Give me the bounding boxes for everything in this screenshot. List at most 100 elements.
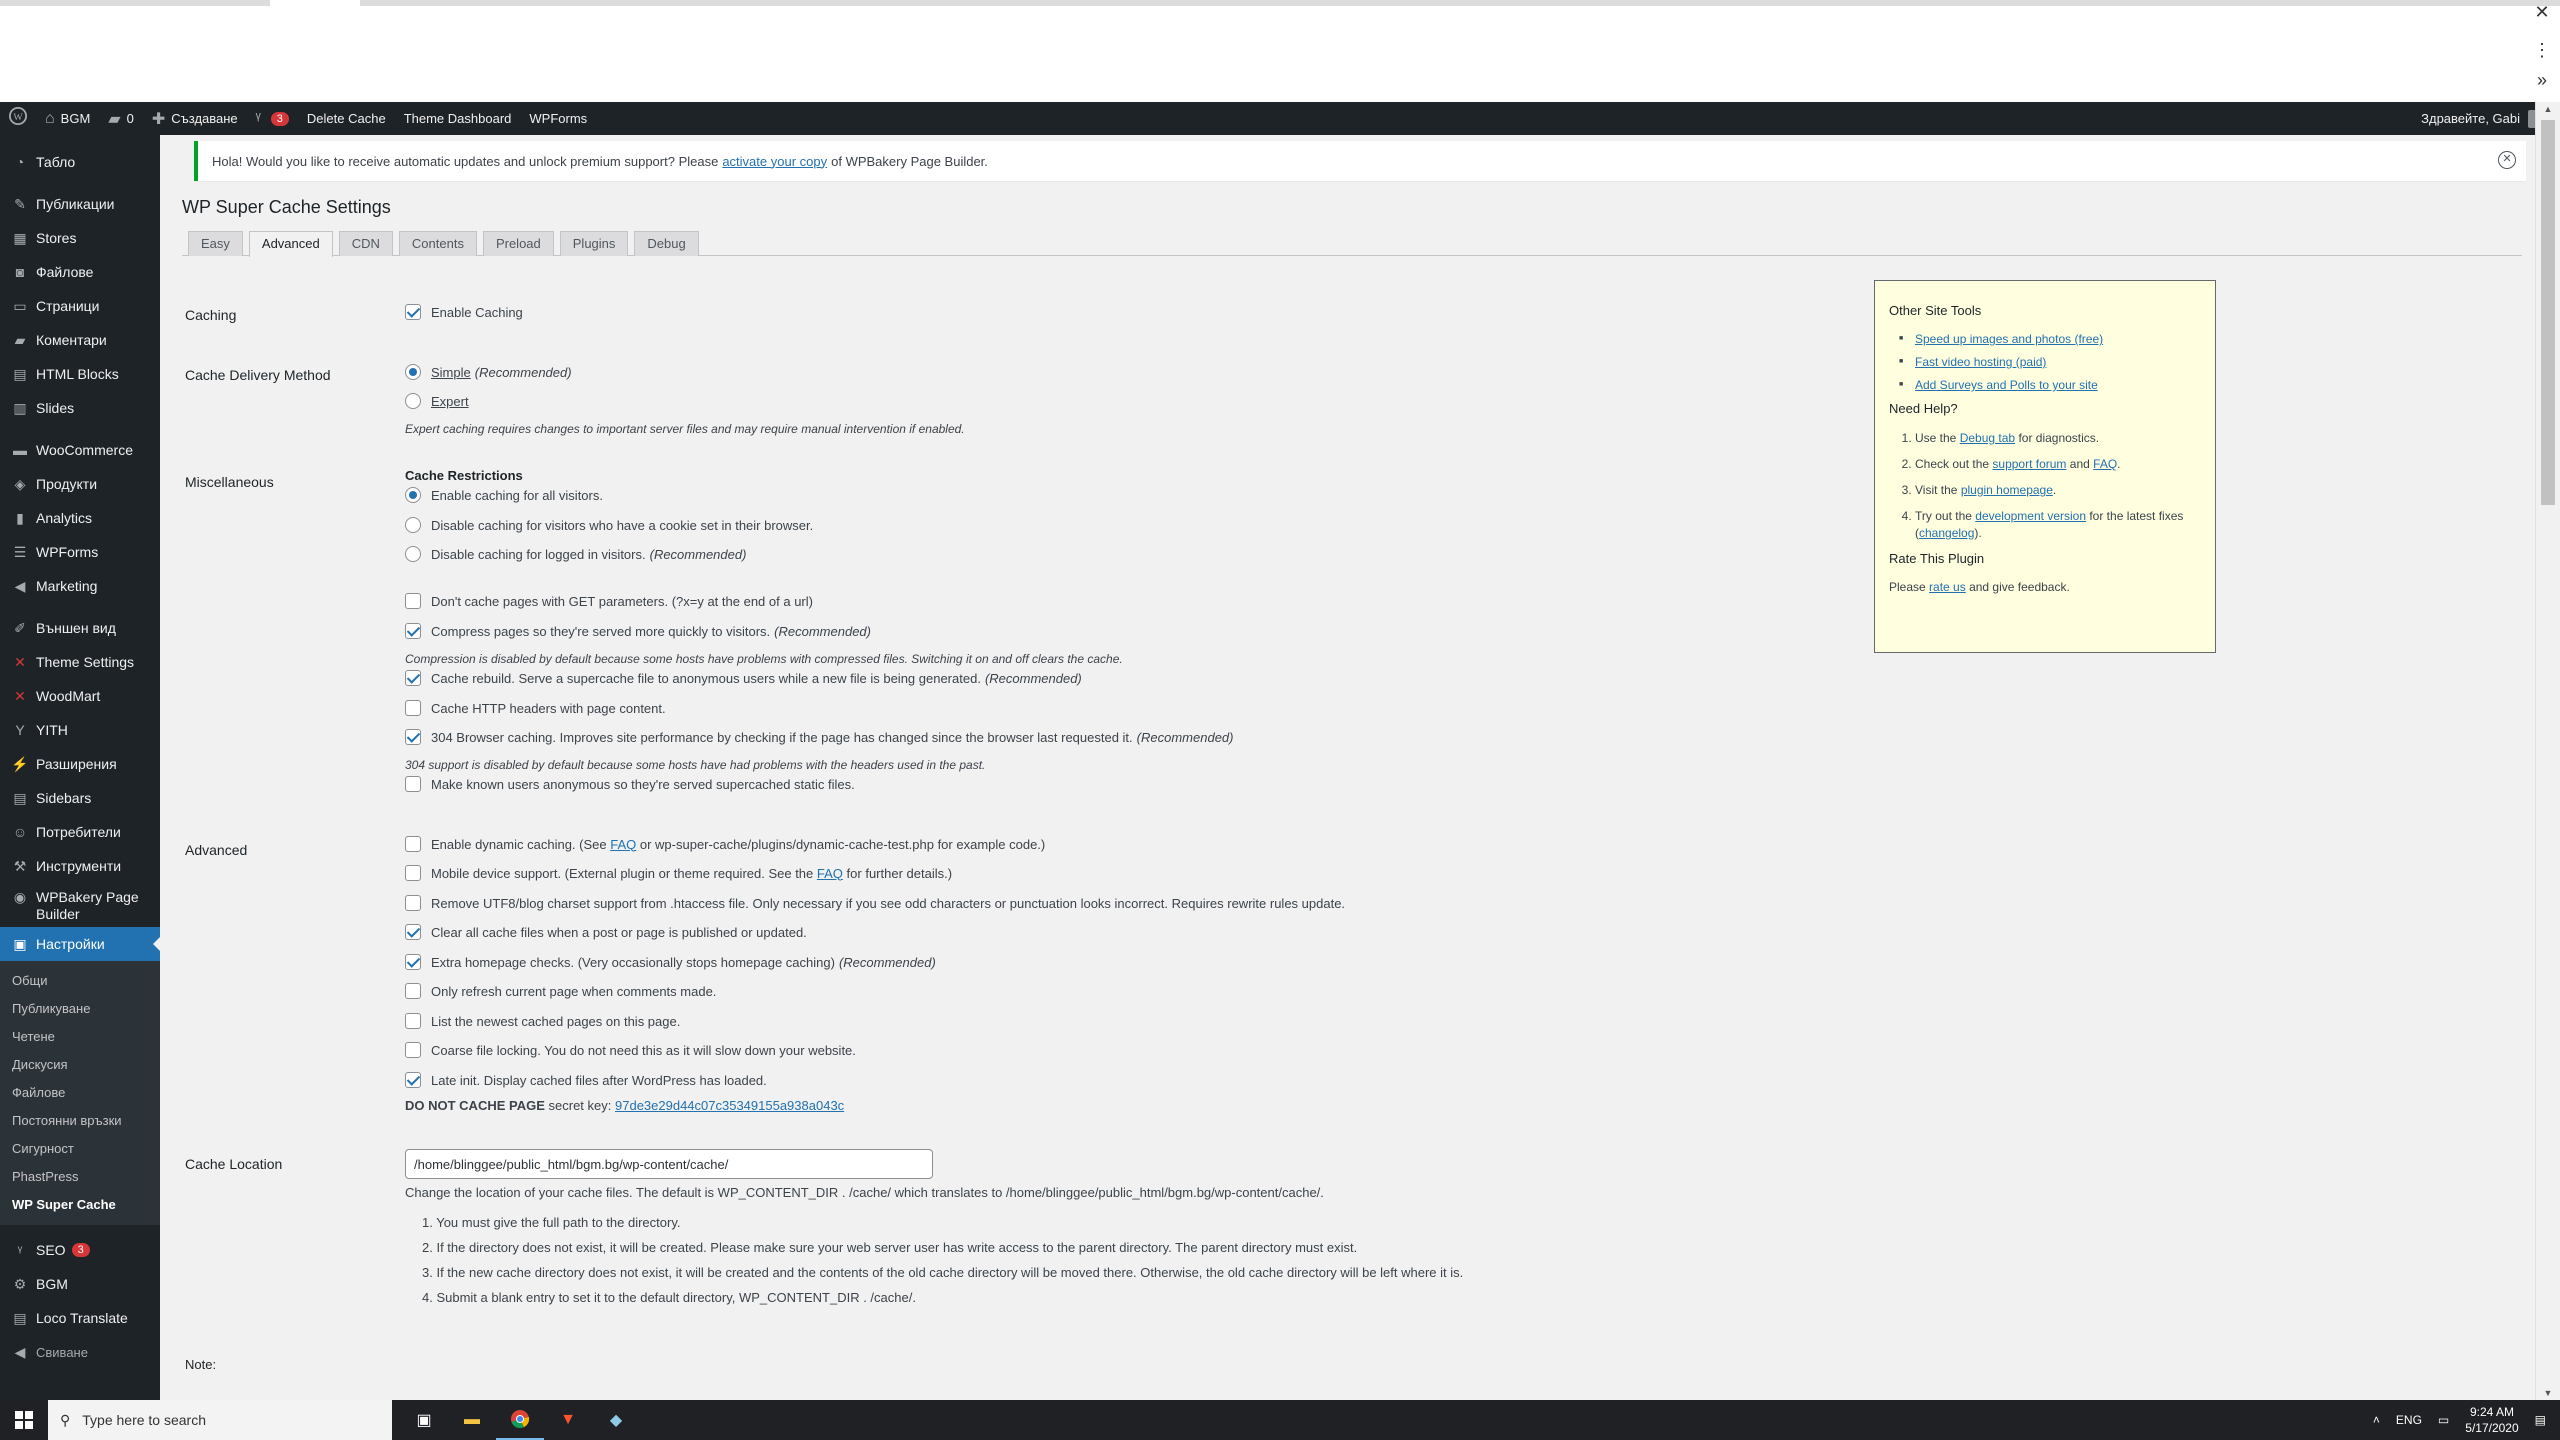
notifications-icon[interactable]: ▤ (2535, 1413, 2546, 1427)
utf8-checkbox[interactable] (405, 895, 421, 911)
extra-homepage-option[interactable]: Extra homepage checks. (Very occasionall… (405, 954, 936, 970)
windows-start-icon[interactable] (0, 1400, 48, 1440)
tab-cdn[interactable]: CDN (338, 231, 393, 256)
submenu-media[interactable]: Файлове (0, 1079, 160, 1107)
language-indicator[interactable]: ENG (2396, 1413, 2422, 1427)
menu-theme-settings[interactable]: ✕ Theme Settings (0, 645, 160, 679)
dismiss-icon[interactable]: ✕ (2498, 151, 2516, 169)
browser-304-option[interactable]: 304 Browser caching. Improves site perfo… (405, 729, 1234, 745)
restrict-logged-radio[interactable] (405, 546, 421, 562)
network-icon[interactable]: ▭ (2438, 1413, 2449, 1427)
restrict-all-option[interactable]: Enable caching for all visitors. (405, 487, 603, 503)
dynamic-caching-checkbox[interactable] (405, 836, 421, 852)
taskbar-search[interactable]: ⚲ Type here to search (48, 1400, 392, 1440)
wpforms-button[interactable]: WPForms (520, 102, 596, 135)
dynamic-caching-option[interactable]: Enable dynamic caching. (See FAQ or wp-s… (405, 836, 1045, 852)
mobile-checkbox[interactable] (405, 865, 421, 881)
tab-preload[interactable]: Preload (482, 231, 554, 256)
close-icon[interactable]: ✕ (2530, 2, 2554, 23)
clock[interactable]: 9:24 AM 5/17/2020 (2465, 1404, 2518, 1436)
clear-cache-option[interactable]: Clear all cache files when a post or pag… (405, 924, 807, 940)
menu-tools[interactable]: ⚒ Инструменти (0, 849, 160, 883)
menu-bgm[interactable]: ⚙ BGM (0, 1267, 160, 1301)
scrollbar-thumb[interactable] (2541, 120, 2555, 505)
menu-settings[interactable]: ▣ Настройки (0, 927, 160, 961)
clear-cache-checkbox[interactable] (405, 924, 421, 940)
submenu-writing[interactable]: Публикуване (0, 995, 160, 1023)
tab-plugins[interactable]: Plugins (559, 231, 629, 256)
app-icon[interactable]: ◆ (592, 1400, 640, 1440)
menu-appearance[interactable]: ✐ Външен вид (0, 611, 160, 645)
restrict-cookie-radio[interactable] (405, 517, 421, 533)
yoast-button[interactable]: ᵞ3 (247, 102, 298, 135)
menu-collapse[interactable]: ◀ Свиване (0, 1335, 160, 1369)
restrict-cookie-option[interactable]: Disable caching for visitors who have a … (405, 517, 813, 533)
menu-seo[interactable]: ᵞ SEO 3 (0, 1233, 160, 1267)
anonymous-checkbox[interactable] (405, 776, 421, 792)
rate-us-link[interactable]: rate us (1929, 580, 1966, 594)
activate-link[interactable]: activate your copy (722, 154, 827, 169)
utf8-option[interactable]: Remove UTF8/blog charset support from .h… (405, 895, 1345, 911)
menu-dashboard[interactable]: ◔ Табло (0, 145, 160, 179)
submenu-wp-super-cache[interactable]: WP Super Cache (0, 1191, 160, 1219)
rebuild-option[interactable]: Cache rebuild. Serve a supercache file t… (405, 670, 1082, 686)
menu-slides[interactable]: ▥ Slides (0, 391, 160, 425)
tray-chevron-icon[interactable]: ˄ (2373, 1413, 2380, 1427)
new-content-button[interactable]: ✚ Създаване (143, 102, 247, 135)
simple-option[interactable]: Simple (Recommended) (405, 364, 572, 380)
tab-contents[interactable]: Contents (398, 231, 477, 256)
plugin-homepage-link[interactable]: plugin homepage (1961, 483, 2053, 497)
scroll-down-icon[interactable]: ▼ (2536, 1388, 2560, 1398)
faq-link[interactable]: FAQ (817, 866, 843, 881)
changelog-link[interactable]: changelog (1919, 526, 1974, 540)
tab-easy[interactable]: Easy (188, 231, 243, 256)
browser-menu-icon[interactable]: ⋮ (2530, 40, 2554, 61)
submenu-security[interactable]: Сигурност (0, 1135, 160, 1163)
wp-logo-button[interactable]: W (0, 102, 36, 135)
compress-option[interactable]: Compress pages so they're served more qu… (405, 623, 871, 639)
menu-posts[interactable]: ✎ Публикации (0, 187, 160, 221)
speed-up-images-link[interactable]: Speed up images and photos (free) (1915, 332, 2103, 346)
submenu-discussion[interactable]: Дискусия (0, 1051, 160, 1079)
tab-debug[interactable]: Debug (634, 231, 699, 256)
menu-marketing[interactable]: ◀ Marketing (0, 569, 160, 603)
delete-cache-button[interactable]: Delete Cache (298, 102, 395, 135)
task-view-icon[interactable]: ▣ (400, 1400, 448, 1440)
menu-pages[interactable]: ▭ Страници (0, 289, 160, 323)
menu-wpbakery[interactable]: ◉ WPBakery Page Builder (0, 883, 160, 927)
restrict-all-radio[interactable] (405, 487, 421, 503)
menu-yith[interactable]: Y YITH (0, 713, 160, 747)
simple-radio[interactable] (405, 364, 421, 380)
anonymous-option[interactable]: Make known users anonymous so they're se… (405, 776, 855, 792)
submenu-general[interactable]: Общи (0, 967, 160, 995)
headers-checkbox[interactable] (405, 700, 421, 716)
menu-products[interactable]: ◈ Продукти (0, 467, 160, 501)
menu-wpforms[interactable]: ☰ WPForms (0, 535, 160, 569)
menu-media[interactable]: ◙ Файлове (0, 255, 160, 289)
refresh-option[interactable]: Only refresh current page when comments … (405, 983, 716, 999)
browser-304-checkbox[interactable] (405, 729, 421, 745)
list-newest-checkbox[interactable] (405, 1013, 421, 1029)
file-explorer-icon[interactable]: ▬ (448, 1400, 496, 1440)
menu-woodmart[interactable]: ✕ WoodMart (0, 679, 160, 713)
menu-html-blocks[interactable]: ▤ HTML Blocks (0, 357, 160, 391)
submenu-phastpress[interactable]: PhastPress (0, 1163, 160, 1191)
brave-icon[interactable]: ▼ (544, 1400, 592, 1440)
rebuild-checkbox[interactable] (405, 670, 421, 686)
menu-woocommerce[interactable]: ▬ WooCommerce (0, 433, 160, 467)
theme-dashboard-button[interactable]: Theme Dashboard (395, 102, 521, 135)
bookmarks-more-icon[interactable]: » (2530, 70, 2554, 91)
menu-users[interactable]: ☺ Потребители (0, 815, 160, 849)
menu-sidebars[interactable]: ▤ Sidebars (0, 781, 160, 815)
faq-link[interactable]: FAQ (2093, 457, 2117, 471)
submenu-reading[interactable]: Четене (0, 1023, 160, 1051)
menu-stores[interactable]: ▦ Stores (0, 221, 160, 255)
comments-button[interactable]: ▰ 0 (99, 102, 143, 135)
menu-plugins[interactable]: ⚡ Разширения (0, 747, 160, 781)
compress-checkbox[interactable] (405, 623, 421, 639)
menu-loco-translate[interactable]: ▤ Loco Translate (0, 1301, 160, 1335)
extra-homepage-checkbox[interactable] (405, 954, 421, 970)
scroll-up-icon[interactable]: ▲ (2536, 104, 2560, 114)
menu-analytics[interactable]: ▮ Analytics (0, 501, 160, 535)
support-forum-link[interactable]: support forum (1992, 457, 2066, 471)
